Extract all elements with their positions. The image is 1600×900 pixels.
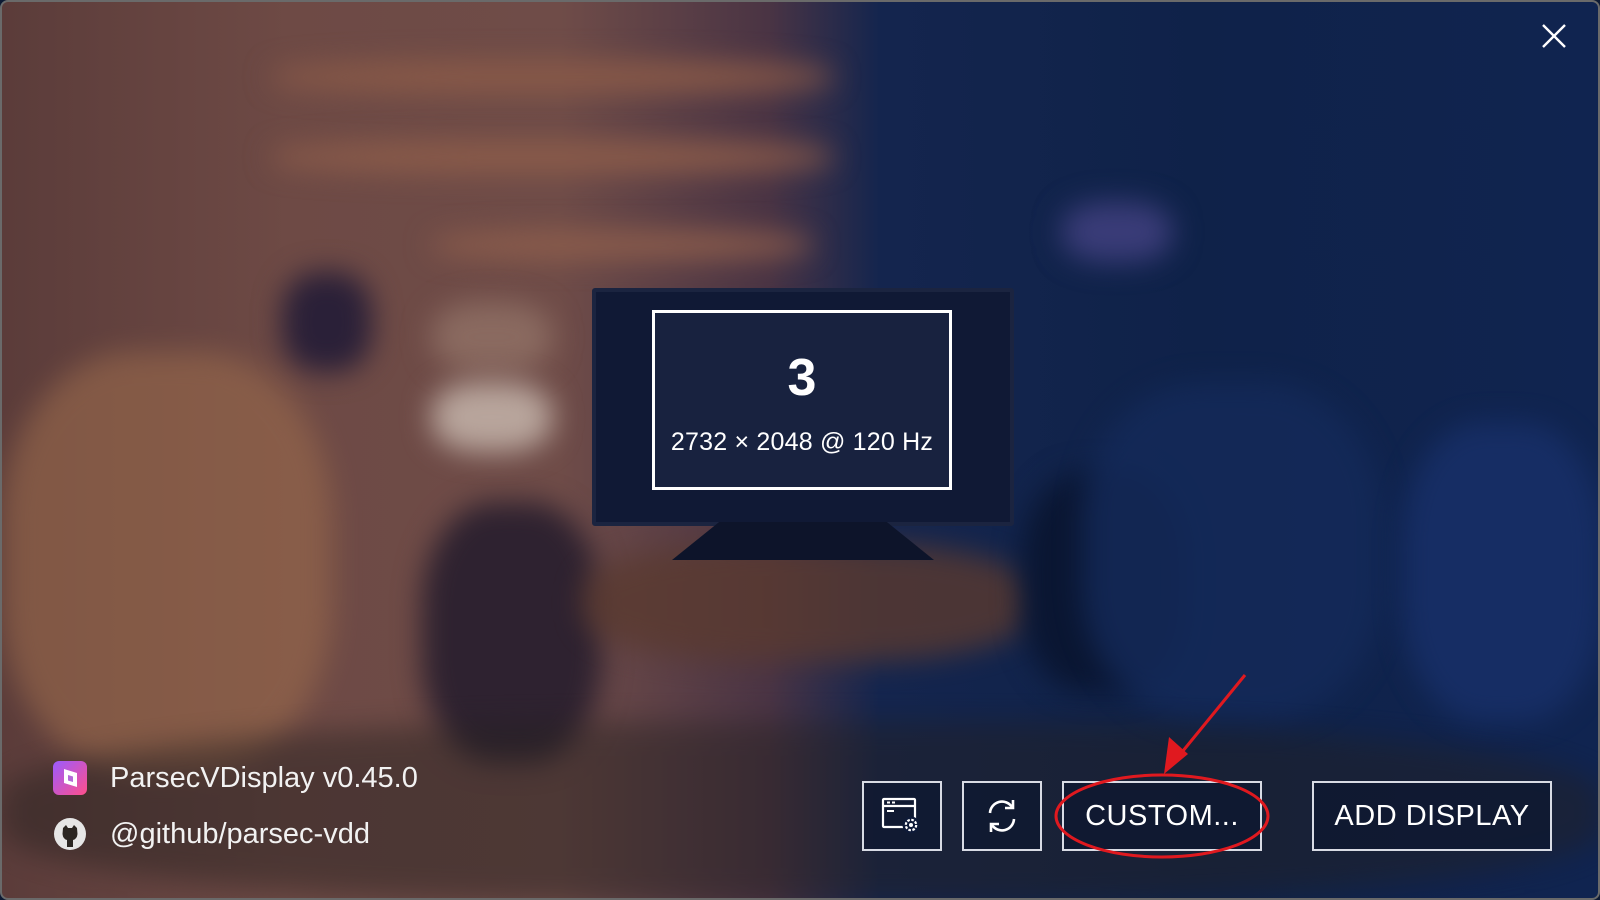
github-icon [54, 818, 86, 850]
display-mode: 2732 × 2048 @ 120 Hz [670, 427, 934, 456]
custom-button[interactable]: CUSTOM... [1062, 781, 1262, 851]
add-display-button[interactable]: ADD DISPLAY [1312, 781, 1552, 851]
close-button[interactable] [1536, 18, 1572, 54]
display-settings-button[interactable] [862, 781, 942, 851]
parsec-logo-icon [53, 761, 87, 795]
github-link[interactable]: @github/parsec-vdd [110, 818, 370, 851]
monitor-stand [672, 522, 934, 560]
refresh-button[interactable] [962, 781, 1042, 851]
github-link-row[interactable]: @github/parsec-vdd [52, 814, 418, 854]
app-name-row: ParsecVDisplay v0.45.0 [52, 758, 418, 798]
close-icon [1542, 24, 1566, 48]
app-info: ParsecVDisplay v0.45.0 @github/parsec-vd… [52, 758, 418, 870]
display-settings-icon [881, 797, 920, 834]
app-name: ParsecVDisplay v0.45.0 [110, 761, 418, 794]
parsec-vdisplay-window: 3 2732 × 2048 @ 120 Hz ParsecVDisplay v0… [0, 0, 1600, 900]
display-number: 3 [787, 348, 817, 407]
virtual-display-card[interactable]: 3 2732 × 2048 @ 120 Hz [652, 310, 952, 490]
refresh-icon [988, 800, 1016, 832]
